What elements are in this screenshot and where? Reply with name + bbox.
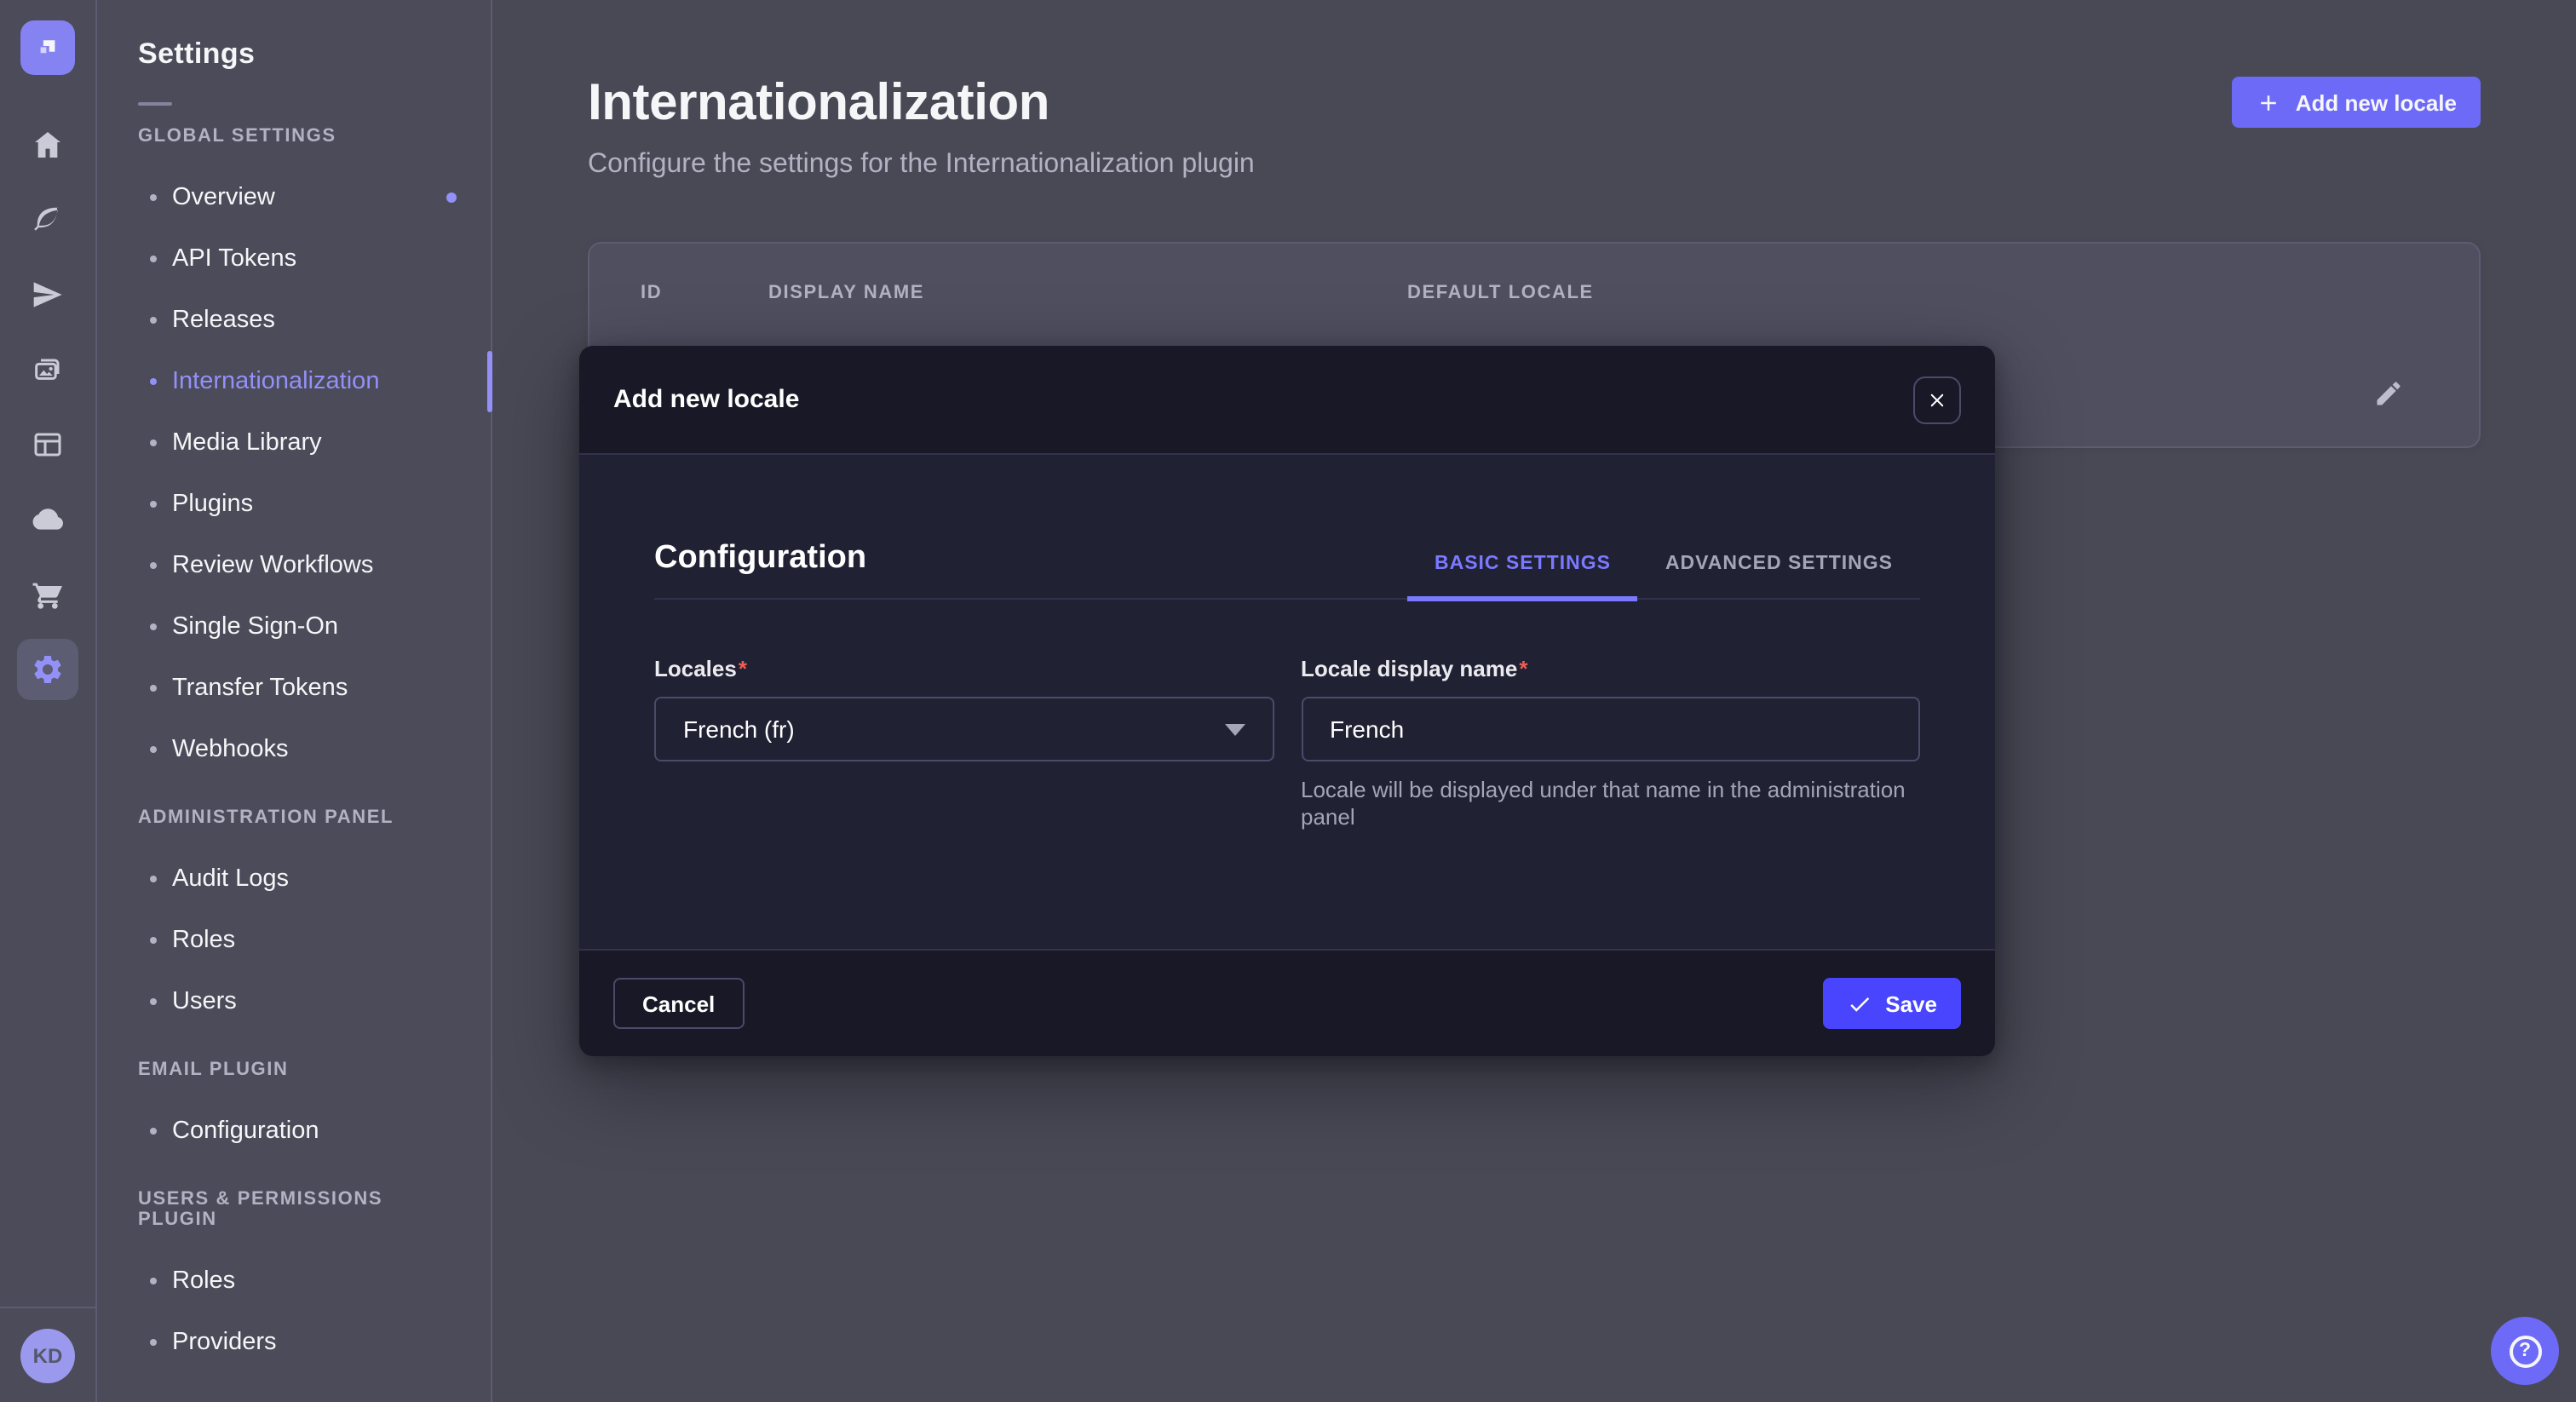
display-name-label: Locale display name*: [1301, 656, 1527, 681]
required-asterisk: *: [739, 656, 747, 681]
strapi-admin-app: KD Settings GLOBAL SETTINGS Overview API…: [0, 0, 2576, 1402]
modal-header: Add new locale: [579, 346, 1995, 455]
required-asterisk: *: [1519, 656, 1527, 681]
locales-select-value: French (fr): [683, 715, 795, 743]
display-name-field: Locale display name* French Locale will …: [1301, 654, 1920, 830]
display-name-value: French: [1330, 715, 1404, 743]
modal-title: Add new locale: [613, 385, 799, 414]
locales-select[interactable]: French (fr): [654, 697, 1274, 761]
modal-body: Configuration BASIC SETTINGS ADVANCED SE…: [579, 455, 1995, 949]
display-name-hint: Locale will be displayed under that name…: [1301, 777, 1920, 830]
label-text: Locales: [654, 656, 737, 681]
locales-label: Locales*: [654, 656, 747, 681]
settings-tabs: BASIC SETTINGS ADVANCED SETTINGS: [1407, 554, 1920, 598]
tab-advanced-settings[interactable]: ADVANCED SETTINGS: [1638, 554, 1920, 601]
chevron-down-icon: [1224, 724, 1245, 736]
display-name-input[interactable]: French: [1301, 697, 1920, 761]
tab-basic-settings[interactable]: BASIC SETTINGS: [1407, 554, 1638, 601]
cancel-button[interactable]: Cancel: [613, 978, 744, 1029]
modal-footer: Cancel Save: [579, 949, 1995, 1056]
label-text: Locale display name: [1301, 656, 1517, 681]
configuration-title: Configuration: [654, 540, 866, 598]
configuration-header-row: Configuration BASIC SETTINGS ADVANCED SE…: [654, 540, 1920, 600]
save-button-label: Save: [1885, 991, 1937, 1016]
save-button[interactable]: Save: [1822, 978, 1961, 1029]
close-modal-button[interactable]: [1913, 376, 1961, 423]
add-new-locale-modal: Add new locale Configuration BASIC SETTI…: [579, 346, 1995, 1056]
close-icon: [1923, 386, 1951, 413]
check-icon: [1846, 991, 1872, 1016]
form-fields-row: Locales* French (fr) Locale display name…: [654, 654, 1920, 830]
locales-field: Locales* French (fr): [654, 654, 1274, 830]
